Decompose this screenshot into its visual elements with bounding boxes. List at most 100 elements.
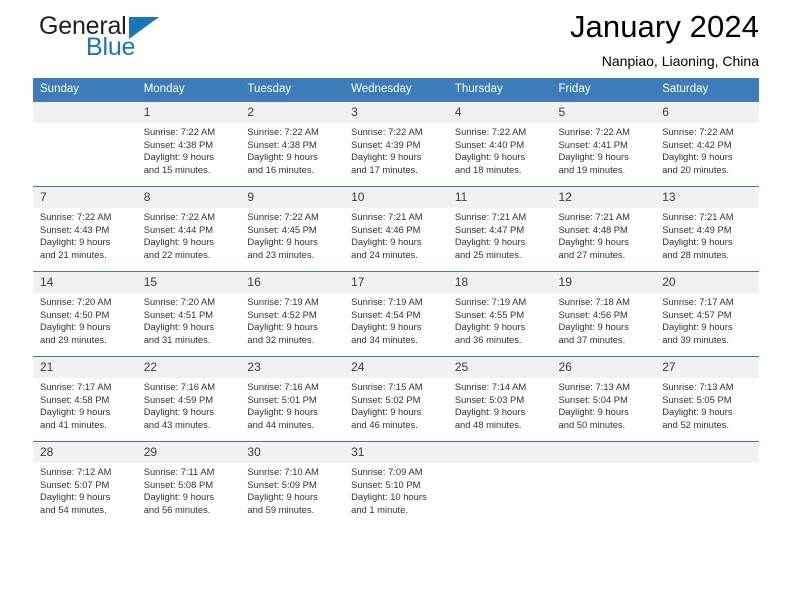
calendar-day-cell[interactable]: 5 Sunrise: 7:22 AM Sunset: 4:41 PM Daylight… [551, 102, 656, 187]
calendar-day-cell[interactable]: 17 Sunrise: 7:19 AM Sunset: 4:54 PM Dayligh… [344, 271, 448, 357]
weekday-header-thursday: Thursday [447, 78, 552, 102]
calendar-day-cell[interactable]: 24 Sunrise: 7:15 AM Sunset: 5:02 PM Dayligh… [344, 356, 448, 442]
day-daylight-line2-text: and 22 minutes. [143, 248, 211, 260]
calendar-day-cell[interactable]: 20 Sunrise: 7:17 AM Sunset: 4:57 PM Dayligh… [655, 271, 759, 357]
day-sunset-text: Sunset: 4:50 PM [40, 308, 110, 320]
day-daylight-line1-text: Daylight: 9 hours [351, 321, 422, 333]
calendar-day-cell[interactable]: 27 Sunrise: 7:13 AM Sunset: 5:05 PM Dayligh… [655, 356, 759, 442]
calendar-day-cell[interactable]: 29 Sunrise: 7:11 AM Sunset: 5:08 PM Dayligh… [136, 441, 241, 526]
day-sunset-text: Sunset: 5:08 PM [143, 478, 214, 490]
day-details: Sunrise: 7:22 AM Sunset: 4:43 PM Daylight:… [33, 208, 137, 271]
calendar-day-cell[interactable]: 18 Sunrise: 7:19 AM Sunset: 4:55 PM Dayligh… [447, 271, 552, 357]
day-details: Sunrise: 7:10 AM Sunset: 5:09 PM Daylight:… [240, 463, 344, 526]
day-sunrise-text: Sunrise: 7:16 AM [247, 381, 319, 392]
general-blue-logo[interactable]: General Blue [33, 13, 243, 63]
calendar-day-cell[interactable]: 6 Sunrise: 7:22 AM Sunset: 4:42 PM Daylight… [655, 102, 759, 187]
calendar-day-cell[interactable]: 15 Sunrise: 7:20 AM Sunset: 4:51 PM Dayligh… [136, 271, 241, 357]
calendar-day-cell[interactable]: 30 Sunrise: 7:10 AM Sunset: 5:09 PM Dayligh… [240, 441, 345, 526]
day-details [33, 123, 137, 186]
day-details: Sunrise: 7:16 AM Sunset: 4:59 PM Daylight:… [137, 378, 241, 441]
day-sunset-text: Sunset: 4:39 PM [351, 138, 421, 150]
calendar-day-cell[interactable]: 13 Sunrise: 7:21 AM Sunset: 4:49 PM Dayligh… [655, 186, 759, 272]
day-daylight-line2-text: and 17 minutes. [351, 163, 418, 175]
calendar-day-cell[interactable]: 3 Sunrise: 7:22 AM Sunset: 4:39 PM Daylight… [344, 102, 448, 187]
day-daylight-line1-text: Daylight: 9 hours [558, 151, 629, 163]
day-sunrise-text: Sunrise: 7:12 AM [40, 466, 112, 477]
day-daylight-line1-text: Daylight: 9 hours [351, 151, 422, 163]
day-daylight-line2-text: and 56 minutes. [143, 503, 211, 515]
calendar-day-cell[interactable]: 14 Sunrise: 7:20 AM Sunset: 4:50 PM Dayligh… [33, 271, 137, 357]
day-details [655, 463, 759, 526]
day-details: Sunrise: 7:22 AM Sunset: 4:45 PM Daylight:… [240, 208, 344, 271]
calendar-day-cell[interactable]: 10 Sunrise: 7:21 AM Sunset: 4:46 PM Dayligh… [344, 186, 448, 272]
calendar-day-cell[interactable]: 2 Sunrise: 7:22 AM Sunset: 4:38 PM Daylight… [240, 102, 345, 187]
calendar-day-cell[interactable]: 25 Sunrise: 7:14 AM Sunset: 5:03 PM Dayligh… [447, 356, 552, 442]
day-details: Sunrise: 7:13 AM Sunset: 5:05 PM Daylight:… [655, 378, 759, 441]
day-sunrise-text: Sunrise: 7:22 AM [143, 126, 216, 137]
calendar-day-cell[interactable]: 7 Sunrise: 7:22 AM Sunset: 4:43 PM Daylight… [33, 186, 137, 272]
day-daylight-line2-text: and 28 minutes. [662, 248, 729, 260]
weekday-header-monday: Monday [136, 78, 241, 102]
calendar-day-cell[interactable]: 4 Sunrise: 7:22 AM Sunset: 4:40 PM Daylight… [447, 102, 552, 187]
day-daylight-line2-text: and 24 minutes. [351, 248, 418, 260]
day-sunset-text: Sunset: 4:38 PM [247, 138, 317, 150]
day-sunrise-text: Sunrise: 7:22 AM [454, 126, 527, 137]
day-details: Sunrise: 7:22 AM Sunset: 4:44 PM Daylight:… [137, 208, 241, 271]
day-sunrise-text: Sunrise: 7:22 AM [247, 126, 319, 137]
day-sunrise-text: Sunrise: 7:16 AM [143, 381, 216, 392]
calendar-day-cell[interactable]: 8 Sunrise: 7:22 AM Sunset: 4:44 PM Daylight… [136, 186, 241, 272]
calendar-day-cell[interactable]: 21 Sunrise: 7:17 AM Sunset: 4:58 PM Dayligh… [33, 356, 137, 442]
calendar-day-cell[interactable]: 16 Sunrise: 7:19 AM Sunset: 4:52 PM Dayligh… [240, 271, 345, 357]
calendar-day-cell[interactable]: 31 Sunrise: 7:09 AM Sunset: 5:10 PM Dayligh… [344, 441, 448, 526]
day-details: Sunrise: 7:21 AM Sunset: 4:47 PM Daylight:… [448, 208, 552, 271]
day-daylight-line1-text: Daylight: 9 hours [143, 151, 215, 163]
day-details: Sunrise: 7:18 AM Sunset: 4:56 PM Daylight:… [552, 293, 656, 356]
day-details: Sunrise: 7:22 AM Sunset: 4:39 PM Daylight:… [344, 123, 448, 186]
day-sunset-text: Sunset: 4:40 PM [454, 138, 525, 150]
day-daylight-line1-text: Daylight: 9 hours [454, 321, 526, 333]
day-daylight-line2-text: and 34 minutes. [351, 333, 418, 345]
day-sunrise-text: Sunrise: 7:22 AM [662, 126, 734, 137]
calendar-day-cell[interactable]: 12 Sunrise: 7:21 AM Sunset: 4:48 PM Dayligh… [551, 186, 656, 272]
day-number: 28 [33, 442, 137, 463]
calendar-day-cell[interactable]: 11 Sunrise: 7:21 AM Sunset: 4:47 PM Dayligh… [447, 186, 552, 272]
day-number: 2 [240, 102, 345, 123]
day-daylight-line1-text: Daylight: 9 hours [662, 151, 733, 163]
calendar-day-cell[interactable]: 9 Sunrise: 7:22 AM Sunset: 4:45 PM Daylight… [240, 186, 345, 272]
day-details: Sunrise: 7:21 AM Sunset: 4:48 PM Daylight:… [552, 208, 656, 271]
day-details: Sunrise: 7:14 AM Sunset: 5:03 PM Daylight:… [448, 378, 552, 441]
day-daylight-line2-text: and 48 minutes. [454, 418, 522, 430]
calendar-day-cell[interactable]: 28 Sunrise: 7:12 AM Sunset: 5:07 PM Dayligh… [33, 441, 137, 526]
calendar-day-cell[interactable]: 26 Sunrise: 7:13 AM Sunset: 5:04 PM Dayligh… [551, 356, 656, 442]
day-details: Sunrise: 7:21 AM Sunset: 4:46 PM Daylight:… [344, 208, 448, 271]
day-details: Sunrise: 7:09 AM Sunset: 5:10 PM Daylight:… [344, 463, 448, 526]
calendar-day-cell[interactable]: 1 Sunrise: 7:22 AM Sunset: 4:38 PM Daylight… [136, 102, 241, 187]
day-sunset-text: Sunset: 4:55 PM [454, 308, 525, 320]
calendar-day-cell[interactable]: 19 Sunrise: 7:18 AM Sunset: 4:56 PM Dayligh… [551, 271, 656, 357]
day-daylight-line1-text: Daylight: 9 hours [247, 236, 318, 248]
day-details: Sunrise: 7:11 AM Sunset: 5:08 PM Daylight:… [137, 463, 241, 526]
day-details: Sunrise: 7:21 AM Sunset: 4:49 PM Daylight:… [655, 208, 759, 271]
day-daylight-line1-text: Daylight: 9 hours [662, 321, 733, 333]
day-sunset-text: Sunset: 4:42 PM [662, 138, 732, 150]
day-details: Sunrise: 7:22 AM Sunset: 4:42 PM Daylight:… [655, 123, 759, 186]
day-daylight-line1-text: Daylight: 10 hours [351, 491, 427, 503]
day-details: Sunrise: 7:17 AM Sunset: 4:57 PM Daylight:… [655, 293, 759, 356]
day-sunset-text: Sunset: 4:41 PM [558, 138, 628, 150]
day-details: Sunrise: 7:16 AM Sunset: 5:01 PM Daylight:… [240, 378, 344, 441]
day-sunset-text: Sunset: 5:04 PM [558, 393, 628, 405]
calendar-day-cell[interactable]: 22 Sunrise: 7:16 AM Sunset: 4:59 PM Dayligh… [136, 356, 241, 442]
logo-text-blue: Blue [86, 33, 136, 61]
day-details: Sunrise: 7:19 AM Sunset: 4:55 PM Daylight:… [448, 293, 552, 356]
day-daylight-line1-text: Daylight: 9 hours [143, 321, 215, 333]
day-number: 4 [447, 102, 552, 123]
day-sunset-text: Sunset: 5:03 PM [454, 393, 525, 405]
page-subtitle: Nanpiao, Liaoning, China [601, 53, 759, 69]
day-sunrise-text: Sunrise: 7:10 AM [247, 466, 319, 477]
day-number: 31 [344, 442, 448, 463]
day-sunset-text: Sunset: 4:59 PM [143, 393, 214, 405]
day-sunrise-text: Sunrise: 7:13 AM [662, 381, 734, 392]
calendar-day-cell[interactable]: 23 Sunrise: 7:16 AM Sunset: 5:01 PM Dayligh… [240, 356, 345, 442]
day-sunrise-text: Sunrise: 7:22 AM [40, 211, 112, 222]
day-sunset-text: Sunset: 5:05 PM [662, 393, 732, 405]
